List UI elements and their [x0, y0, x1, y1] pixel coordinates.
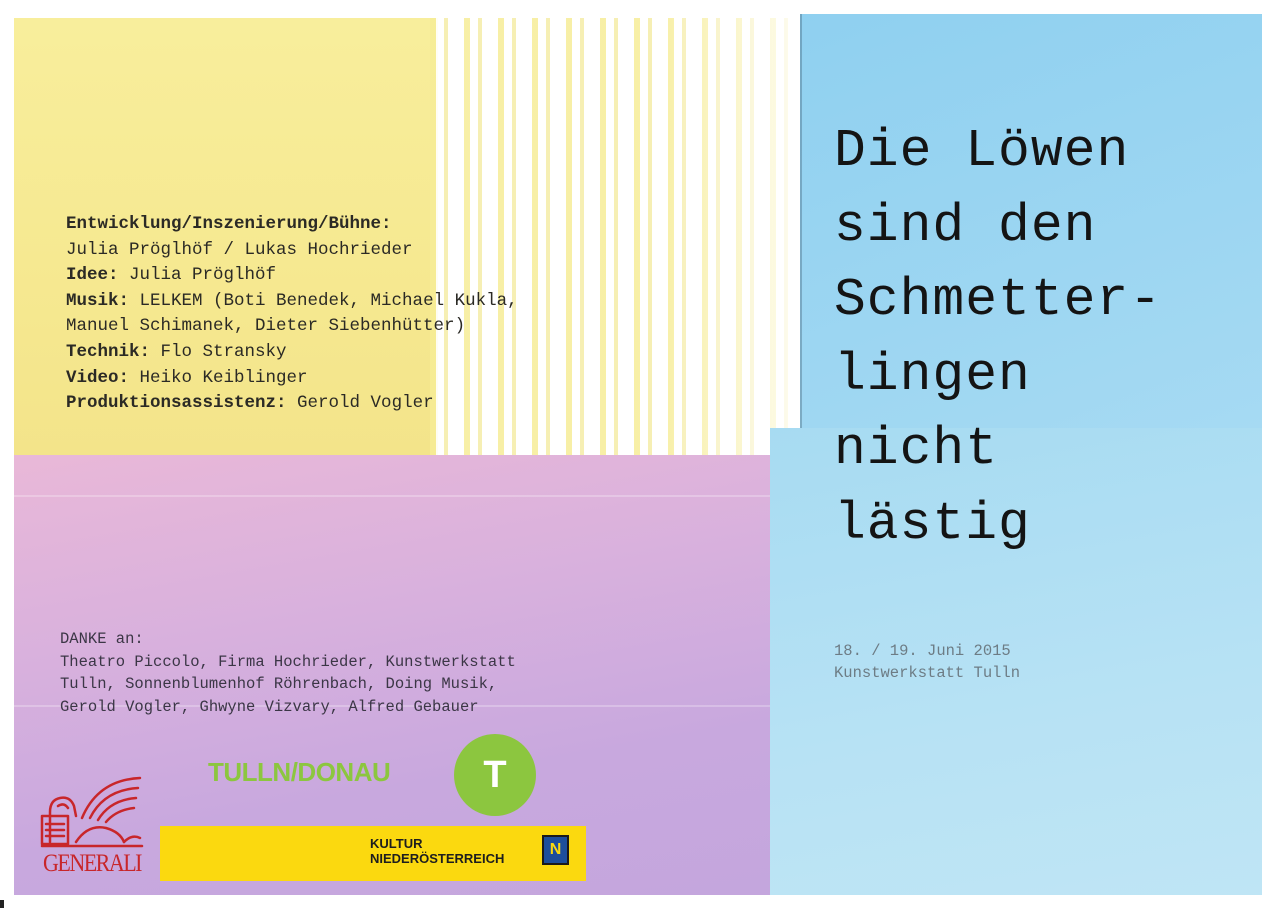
kultur-niederoesterreich-logo: KULTUR NIEDERÖSTERREICH N [160, 826, 586, 881]
paper-crease [800, 14, 802, 434]
tulln-badge-letter: T [483, 753, 507, 796]
tulln-wordmark: TULLN/DONAU [208, 757, 391, 787]
credits-video-value: Heiko Keiblinger [129, 367, 308, 388]
paper-crease [14, 495, 784, 497]
title-line: Die Löwen [834, 121, 1130, 181]
kultur-line2: NIEDERÖSTERREICH [370, 851, 505, 866]
scan-corner-mark [0, 900, 4, 908]
event-venue: Kunstwerkstatt Tulln [834, 664, 1021, 682]
generali-wordmark: GENERALI [43, 848, 142, 877]
credits-technik-value: Flo Stransky [150, 341, 287, 362]
credits-musik-value: LELKEM (Boti Benedek, Michael Kukla, [129, 290, 518, 311]
credits-musik-label: Musik: [66, 290, 130, 311]
noe-badge-letter: N [549, 841, 562, 858]
kultur-wordmark: KULTUR NIEDERÖSTERREICH [370, 836, 504, 866]
tulln-badge: T [454, 734, 536, 816]
title-line: sind den [834, 195, 1097, 256]
credits-produktion-label: Produktionsassistenz: [66, 393, 287, 414]
thanks-line: Theatro Piccolo, Firma Hochrieder, Kunst… [60, 652, 516, 671]
title-line: lingen [834, 344, 1031, 405]
event-date: 18. / 19. Juni 2015 [834, 642, 1011, 660]
title-line: lästig [834, 493, 1031, 554]
credits-musik-value-cont: Manuel Schimanek, Dieter Siebenhütter) [66, 316, 466, 337]
credits-video-label: Video: [66, 367, 130, 388]
thanks-line: Tulln, Sonnenblumenhof Röhrenbach, Doing… [60, 675, 498, 693]
poster-title: Die Löwen sind den Schmetter- lingen nic… [834, 114, 1162, 561]
thanks-heading: DANKE an: [60, 630, 144, 648]
noe-badge-icon: N [542, 835, 569, 865]
title-line: Schmetter- [834, 270, 1163, 330]
kultur-line1: KULTUR [370, 836, 423, 851]
title-line: nicht [834, 419, 999, 479]
credits-direction-names: Julia Pröglhöf / Lukas Hochrieder [66, 239, 413, 260]
thanks-block: DANKE an: Theatro Piccolo, Firma Hochrie… [60, 628, 516, 718]
event-info: 18. / 19. Juni 2015 Kunstwerkstatt Tulln [834, 640, 1020, 684]
generali-logo: GENERALI [36, 772, 148, 880]
credits-produktion-value: Gerold Vogler [286, 393, 434, 414]
thanks-line: Gerold Vogler, Ghwyne Vizvary, Alfred Ge… [60, 697, 479, 716]
credits-direction-label: Entwicklung/Inszenierung/Bühne: [66, 214, 392, 234]
winged-lion-icon [40, 776, 144, 848]
credits-idee-label: Idee: [66, 265, 119, 286]
credits-technik-label: Technik: [66, 341, 151, 362]
credits-idee-value: Julia Pröglhöf [118, 265, 277, 286]
credits-block: Entwicklung/Inszenierung/Bühne: Julia Pr… [66, 212, 518, 417]
